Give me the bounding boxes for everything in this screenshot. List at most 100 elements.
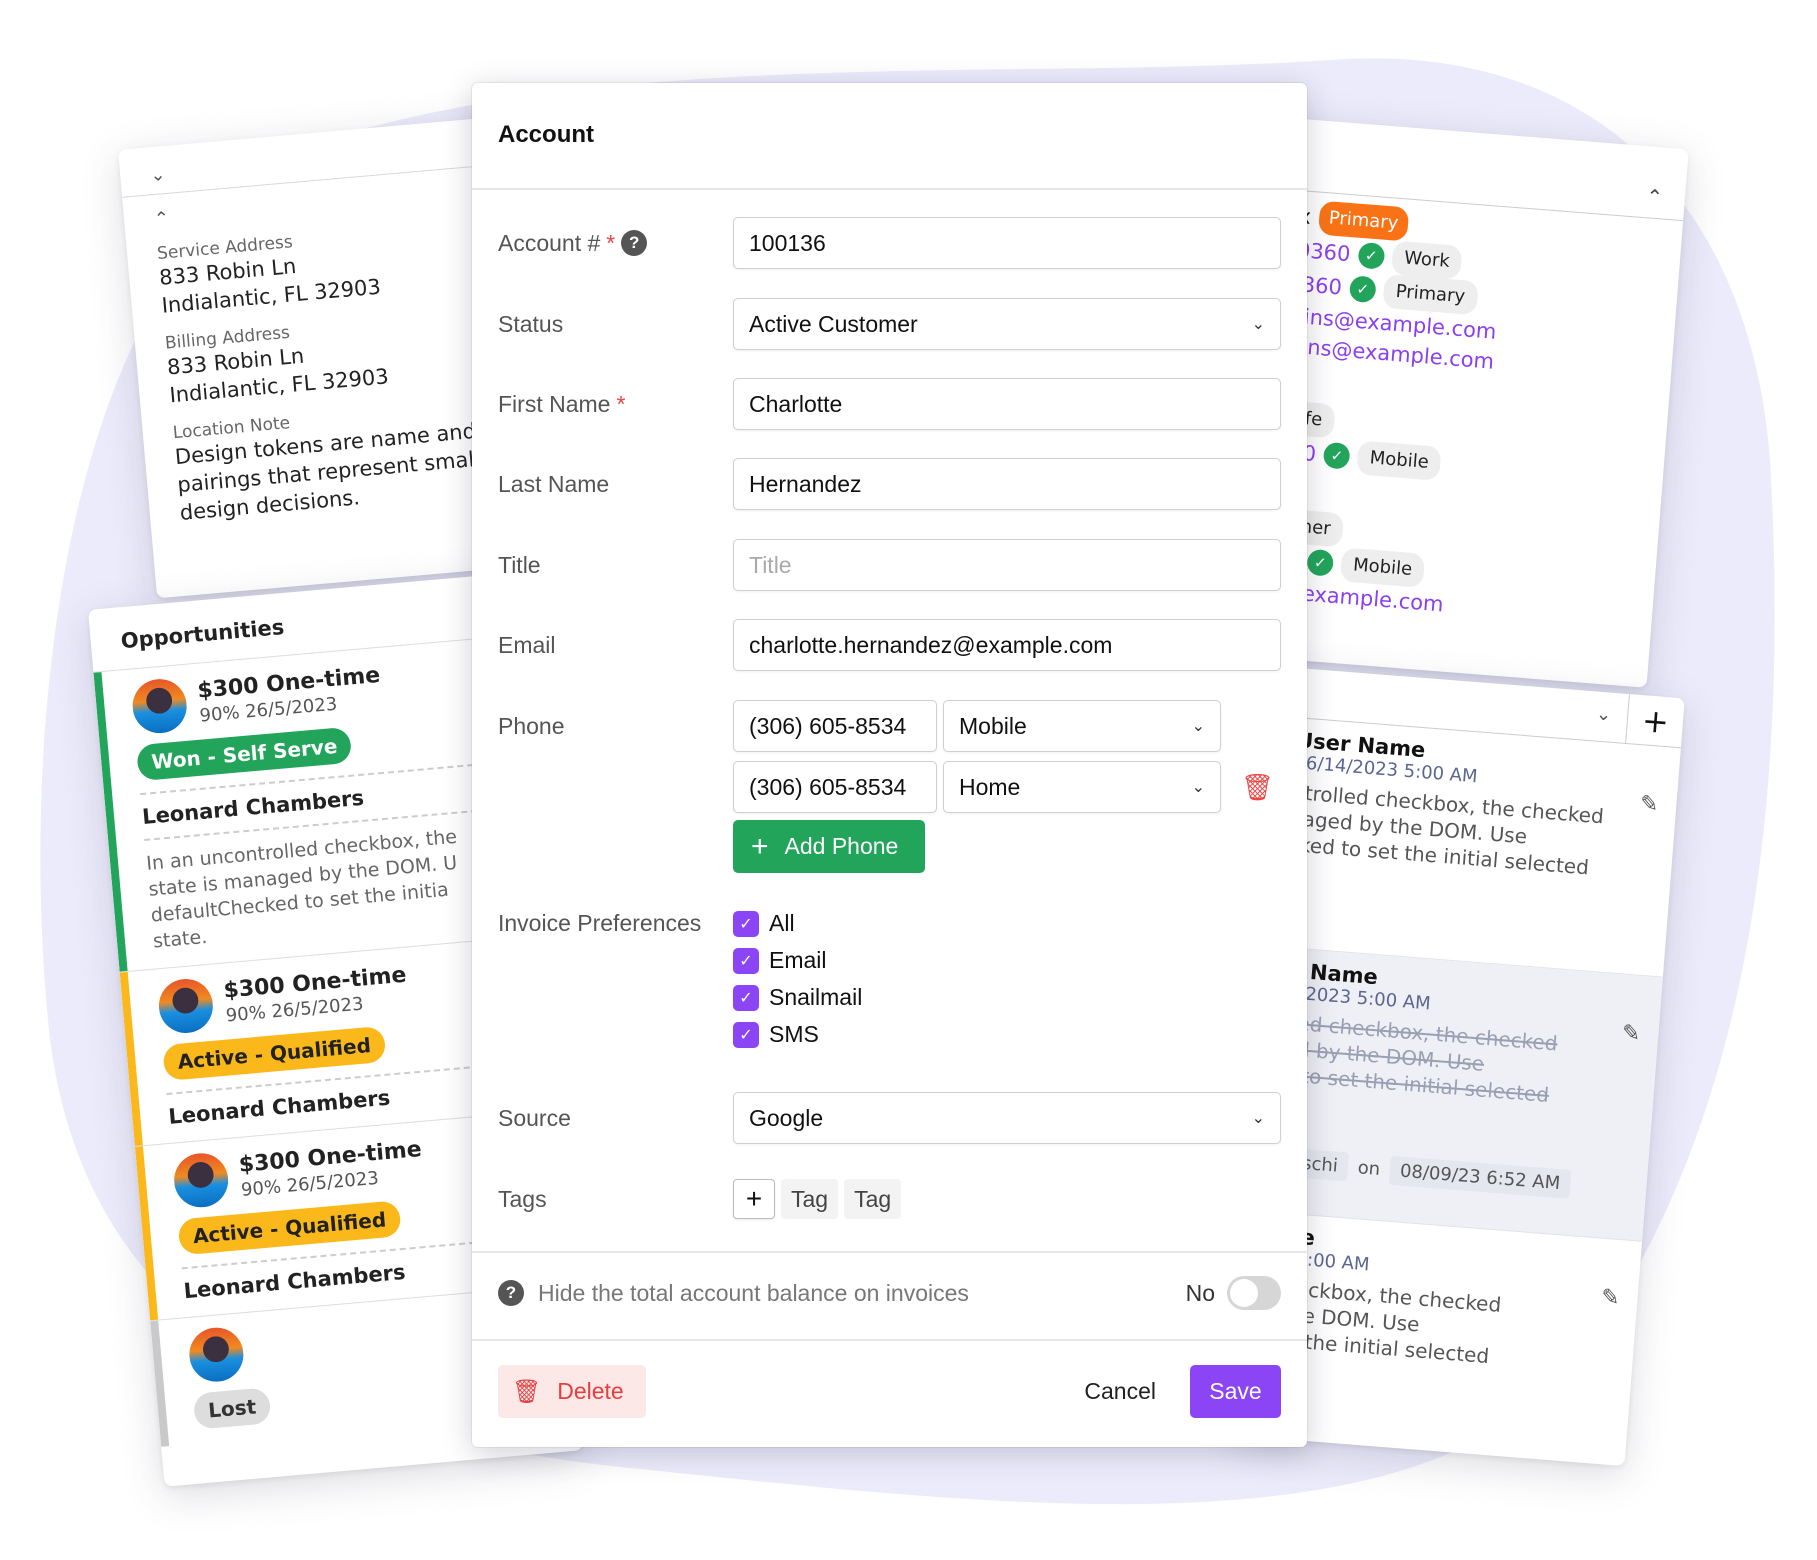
phone-number-input[interactable]: (306) 605-8534 bbox=[733, 761, 937, 813]
note-item: er Name 14/2023 5:00 AM ✎ olled checkbox… bbox=[1255, 947, 1663, 1242]
checkbox-checked-icon[interactable]: ✓ bbox=[733, 1021, 759, 1048]
checkbox-checked-icon[interactable]: ✓ bbox=[733, 947, 759, 974]
add-phone-label: Add Phone bbox=[784, 833, 899, 859]
account-number-row: Account # * ? 100136 bbox=[498, 217, 1281, 269]
divider bbox=[472, 1251, 1307, 1253]
checkbox-label: All bbox=[769, 910, 795, 936]
checkbox-checked-icon[interactable]: ✓ bbox=[733, 984, 759, 1011]
delete-label: Delete bbox=[557, 1378, 624, 1404]
title-input[interactable]: Title bbox=[733, 539, 1281, 591]
account-modal: Account Account # * ? 100136 Status Acti… bbox=[472, 83, 1307, 1447]
pencil-icon[interactable]: ✎ bbox=[1600, 1285, 1620, 1311]
verified-check-icon: ✓ bbox=[1306, 548, 1335, 577]
tag-chip[interactable]: Tag bbox=[781, 1179, 839, 1219]
source-row: Source Google ⌄ bbox=[498, 1092, 1281, 1144]
chevron-down-icon: ⌄ bbox=[1251, 1110, 1265, 1127]
chevron-down-icon[interactable]: ⌄ bbox=[149, 164, 166, 185]
source-select[interactable]: Google ⌄ bbox=[733, 1092, 1281, 1144]
checkbox-label: Email bbox=[769, 947, 827, 973]
hide-balance-toggle[interactable] bbox=[1227, 1276, 1281, 1310]
status-badge: Lost bbox=[192, 1387, 272, 1430]
last-name-row: Last Name Hernandez bbox=[498, 458, 1281, 510]
hide-balance-label: Hide the total account balance on invoic… bbox=[538, 1279, 969, 1306]
title-label: Title bbox=[498, 551, 541, 578]
verified-check-icon: ✓ bbox=[1357, 241, 1386, 270]
help-icon[interactable]: ? bbox=[498, 1280, 524, 1306]
last-name-input[interactable]: Hernandez bbox=[733, 458, 1281, 510]
byline-on: on bbox=[1356, 1157, 1381, 1180]
chevron-down-icon: ⌄ bbox=[1191, 779, 1205, 796]
checkbox-sms[interactable]: ✓ SMS bbox=[733, 1021, 862, 1048]
toggle-state-label: No bbox=[1185, 1279, 1215, 1306]
modal-title: Account bbox=[472, 83, 1307, 190]
tags-label: Tags bbox=[498, 1185, 547, 1212]
required-marker: * bbox=[606, 229, 616, 256]
checkbox-snailmail[interactable]: ✓ Snailmail bbox=[733, 984, 862, 1011]
status-badge: Won - Self Serve bbox=[135, 726, 353, 782]
last-name-label: Last Name bbox=[498, 470, 610, 497]
source-value: Google bbox=[749, 1104, 824, 1131]
opportunity-note: In an uncontrolled checkbox, the state i… bbox=[144, 807, 517, 955]
first-name-row: First Name * Charlotte bbox=[498, 378, 1281, 430]
checkbox-email[interactable]: ✓ Email bbox=[733, 947, 862, 974]
avatar bbox=[171, 1151, 231, 1210]
tags-row: Tags + Tag Tag bbox=[498, 1179, 1281, 1219]
tag-chip[interactable]: Tag bbox=[844, 1179, 902, 1219]
email-row: Email charlotte.hernandez@example.com bbox=[498, 619, 1281, 671]
status-label: Status bbox=[498, 310, 564, 337]
account-number-input[interactable]: 100136 bbox=[733, 217, 1281, 269]
title-row: Title Title bbox=[498, 539, 1281, 591]
status-value: Active Customer bbox=[749, 310, 918, 337]
phone-type-value: Home bbox=[959, 773, 1021, 800]
first-name-label: First Name bbox=[498, 390, 611, 417]
chevron-down-icon: ⌄ bbox=[1251, 316, 1265, 333]
phone-label: Phone bbox=[498, 712, 565, 739]
required-marker: * bbox=[616, 390, 626, 417]
phone-type-select[interactable]: Mobile ⌄ bbox=[943, 700, 1221, 752]
verified-check-icon: ✓ bbox=[1348, 275, 1377, 304]
phone-type-chip: Mobile bbox=[1356, 440, 1442, 481]
account-number-label: Account # bbox=[498, 229, 601, 256]
phone-number-input[interactable]: (306) 605-8534 bbox=[733, 700, 937, 752]
add-phone-row: + Add Phone bbox=[498, 820, 1281, 873]
pencil-icon[interactable]: ✎ bbox=[1639, 791, 1659, 817]
add-tag-button[interactable]: + bbox=[733, 1179, 775, 1219]
primary-badge: Primary bbox=[1317, 200, 1410, 242]
status-badge: Active - Qualified bbox=[177, 1200, 402, 1256]
source-label: Source bbox=[498, 1104, 571, 1131]
first-name-input[interactable]: Charlotte bbox=[733, 378, 1281, 430]
chevron-up-icon[interactable]: ⌃ bbox=[1645, 184, 1664, 209]
checkbox-label: SMS bbox=[769, 1021, 819, 1047]
invoice-preferences-row: Invoice Preferences ✓ All ✓ Email ✓ Snai… bbox=[498, 910, 1281, 1048]
email-input[interactable]: charlotte.hernandez@example.com bbox=[733, 619, 1281, 671]
checkbox-checked-icon[interactable]: ✓ bbox=[733, 910, 759, 937]
hide-balance-row: ? Hide the total account balance on invo… bbox=[498, 1276, 1281, 1310]
checkbox-label: Snailmail bbox=[769, 984, 863, 1010]
add-phone-button[interactable]: + Add Phone bbox=[733, 820, 925, 873]
trash-icon[interactable]: 🗑 bbox=[1241, 772, 1274, 803]
phone-type-select[interactable]: Home ⌄ bbox=[943, 761, 1221, 813]
chevron-down-icon: ⌄ bbox=[1191, 718, 1205, 735]
phone-row-1: Phone (306) 605-8534 Mobile ⌄ bbox=[498, 700, 1281, 752]
add-note-button[interactable]: + bbox=[1625, 694, 1685, 749]
verified-check-icon: ✓ bbox=[1322, 441, 1351, 470]
phone-row-2: (306) 605-8534 Home ⌄ 🗑 bbox=[498, 761, 1281, 813]
status-badge: Active - Qualified bbox=[162, 1025, 387, 1082]
modal-footer: 🗑 Delete Cancel Save bbox=[498, 1365, 1281, 1418]
save-button[interactable]: Save bbox=[1190, 1365, 1281, 1418]
chevron-down-icon[interactable]: ⌄ bbox=[1595, 704, 1612, 726]
note-item: User Name 06/14/2023 5:00 AM ✎ ntrolled … bbox=[1276, 717, 1681, 978]
delete-button[interactable]: 🗑 Delete bbox=[498, 1365, 646, 1418]
help-icon[interactable]: ? bbox=[621, 230, 648, 256]
avatar bbox=[130, 676, 189, 736]
pencil-icon[interactable]: ✎ bbox=[1621, 1021, 1641, 1047]
phone-type-value: Mobile bbox=[959, 712, 1027, 739]
status-row: Status Active Customer ⌄ bbox=[498, 298, 1281, 350]
email-label: Email bbox=[498, 631, 556, 658]
checkbox-all[interactable]: ✓ All bbox=[733, 910, 862, 937]
trash-icon: 🗑 bbox=[512, 1378, 542, 1404]
completed-at: 08/09/23 6:52 AM bbox=[1388, 1155, 1572, 1199]
invoice-preferences-label: Invoice Preferences bbox=[498, 910, 702, 936]
status-select[interactable]: Active Customer ⌄ bbox=[733, 298, 1281, 350]
cancel-button[interactable]: Cancel bbox=[1084, 1378, 1156, 1405]
